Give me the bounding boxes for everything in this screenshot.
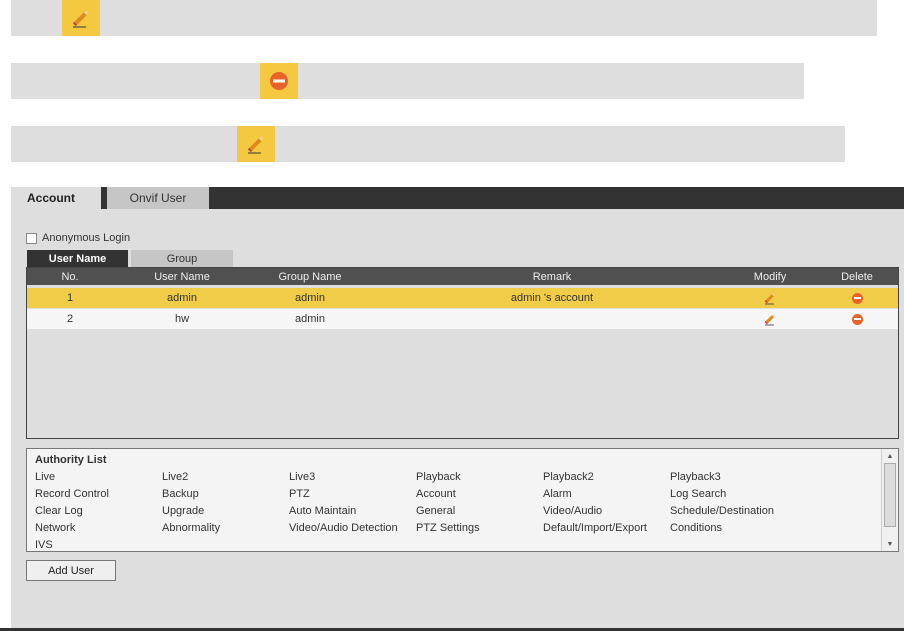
row-no: 1 bbox=[66, 292, 74, 304]
authority-item: Default/Import/Export bbox=[543, 522, 647, 534]
pencil-icon bbox=[62, 0, 100, 36]
authority-item: PTZ Settings bbox=[416, 522, 480, 534]
authority-item: Log Search bbox=[670, 488, 727, 500]
row-user-name: admin bbox=[167, 292, 197, 304]
authority-item: Backup bbox=[162, 488, 199, 500]
anonymous-login-checkbox[interactable] bbox=[26, 232, 37, 244]
authority-scrollbar[interactable]: ▲ ▼ bbox=[881, 449, 898, 551]
pencil-icon bbox=[237, 126, 275, 162]
authority-item: Live2 bbox=[162, 471, 189, 483]
row-user-name: hw bbox=[174, 313, 190, 325]
authority-item: Alarm bbox=[543, 488, 572, 500]
pencil-icon bbox=[764, 293, 775, 305]
row-remark: admin 's account bbox=[510, 292, 594, 304]
authority-item: Video/Audio bbox=[543, 505, 603, 517]
column-header: No. bbox=[61, 270, 79, 283]
row-remark bbox=[447, 309, 657, 329]
add-user-button[interactable]: Add User bbox=[26, 560, 116, 581]
authority-item: Clear Log bbox=[35, 505, 83, 517]
row-group-name: admin bbox=[295, 313, 325, 325]
column-header: Remark bbox=[532, 270, 572, 283]
scroll-up-arrow-icon[interactable]: ▲ bbox=[882, 449, 898, 463]
table-row[interactable]: 1 admin admin admin 's account bbox=[27, 288, 898, 308]
authority-item: PTZ bbox=[289, 488, 310, 500]
authority-item: Live3 bbox=[289, 471, 316, 483]
authority-list-title: Authority List bbox=[35, 454, 107, 466]
authority-item: Upgrade bbox=[162, 505, 205, 517]
authority-item: Video/Audio Detection bbox=[289, 522, 398, 534]
authority-item: Auto Maintain bbox=[289, 505, 357, 517]
authority-item: Schedule/Destination bbox=[670, 505, 774, 517]
authority-item: Record Control bbox=[35, 488, 109, 500]
row-group-name: admin bbox=[295, 292, 325, 304]
tab-onvif-user[interactable]: Onvif User bbox=[107, 187, 209, 209]
modify-button[interactable] bbox=[737, 288, 803, 308]
delete-button[interactable] bbox=[827, 288, 887, 308]
tab-account[interactable]: Account bbox=[11, 187, 104, 209]
pencil-icon bbox=[764, 314, 775, 326]
anonymous-login-label: Anonymous Login bbox=[42, 232, 131, 244]
table-header: No. User Name Group Name Remark Modify D… bbox=[27, 268, 898, 285]
delete-icon bbox=[851, 313, 863, 325]
authority-list: Authority List Live Live2 Live3 Playback… bbox=[26, 448, 899, 552]
authority-item: Playback2 bbox=[543, 471, 594, 483]
delete-icon bbox=[260, 63, 298, 99]
account-panel: Account Onvif User Anonymous Login User … bbox=[11, 187, 904, 628]
column-header: Modify bbox=[753, 270, 787, 283]
anonymous-login[interactable]: Anonymous Login bbox=[26, 232, 130, 244]
authority-item: Account bbox=[416, 488, 456, 500]
delete-button[interactable] bbox=[827, 309, 887, 329]
table-row[interactable]: 2 hw admin bbox=[27, 309, 898, 329]
authority-item: Playback3 bbox=[670, 471, 721, 483]
authority-item: Live bbox=[35, 471, 56, 483]
column-header: Delete bbox=[841, 270, 873, 283]
delete-icon bbox=[851, 292, 863, 304]
subtab-group[interactable]: Group bbox=[131, 250, 233, 267]
scroll-thumb[interactable] bbox=[884, 463, 896, 527]
authority-item: Network bbox=[35, 522, 76, 534]
scroll-down-arrow-icon[interactable]: ▼ bbox=[882, 537, 898, 551]
column-header: Group Name bbox=[278, 270, 342, 283]
column-header: User Name bbox=[154, 270, 210, 283]
authority-item: Playback bbox=[416, 471, 461, 483]
row-no: 2 bbox=[66, 313, 74, 325]
modify-button[interactable] bbox=[737, 309, 803, 329]
authority-item: IVS bbox=[35, 539, 53, 551]
authority-item: Abnormality bbox=[162, 522, 221, 534]
user-table: No. User Name Group Name Remark Modify D… bbox=[26, 267, 899, 439]
delete-instruction-bar bbox=[11, 63, 804, 99]
authority-item: Conditions bbox=[670, 522, 722, 534]
modify-instruction-bar bbox=[11, 0, 877, 36]
authority-item: General bbox=[416, 505, 456, 517]
subtab-user-name[interactable]: User Name bbox=[27, 250, 128, 267]
modify-instruction-bar-2 bbox=[11, 126, 845, 162]
tab-bar: Account Onvif User bbox=[11, 187, 904, 209]
